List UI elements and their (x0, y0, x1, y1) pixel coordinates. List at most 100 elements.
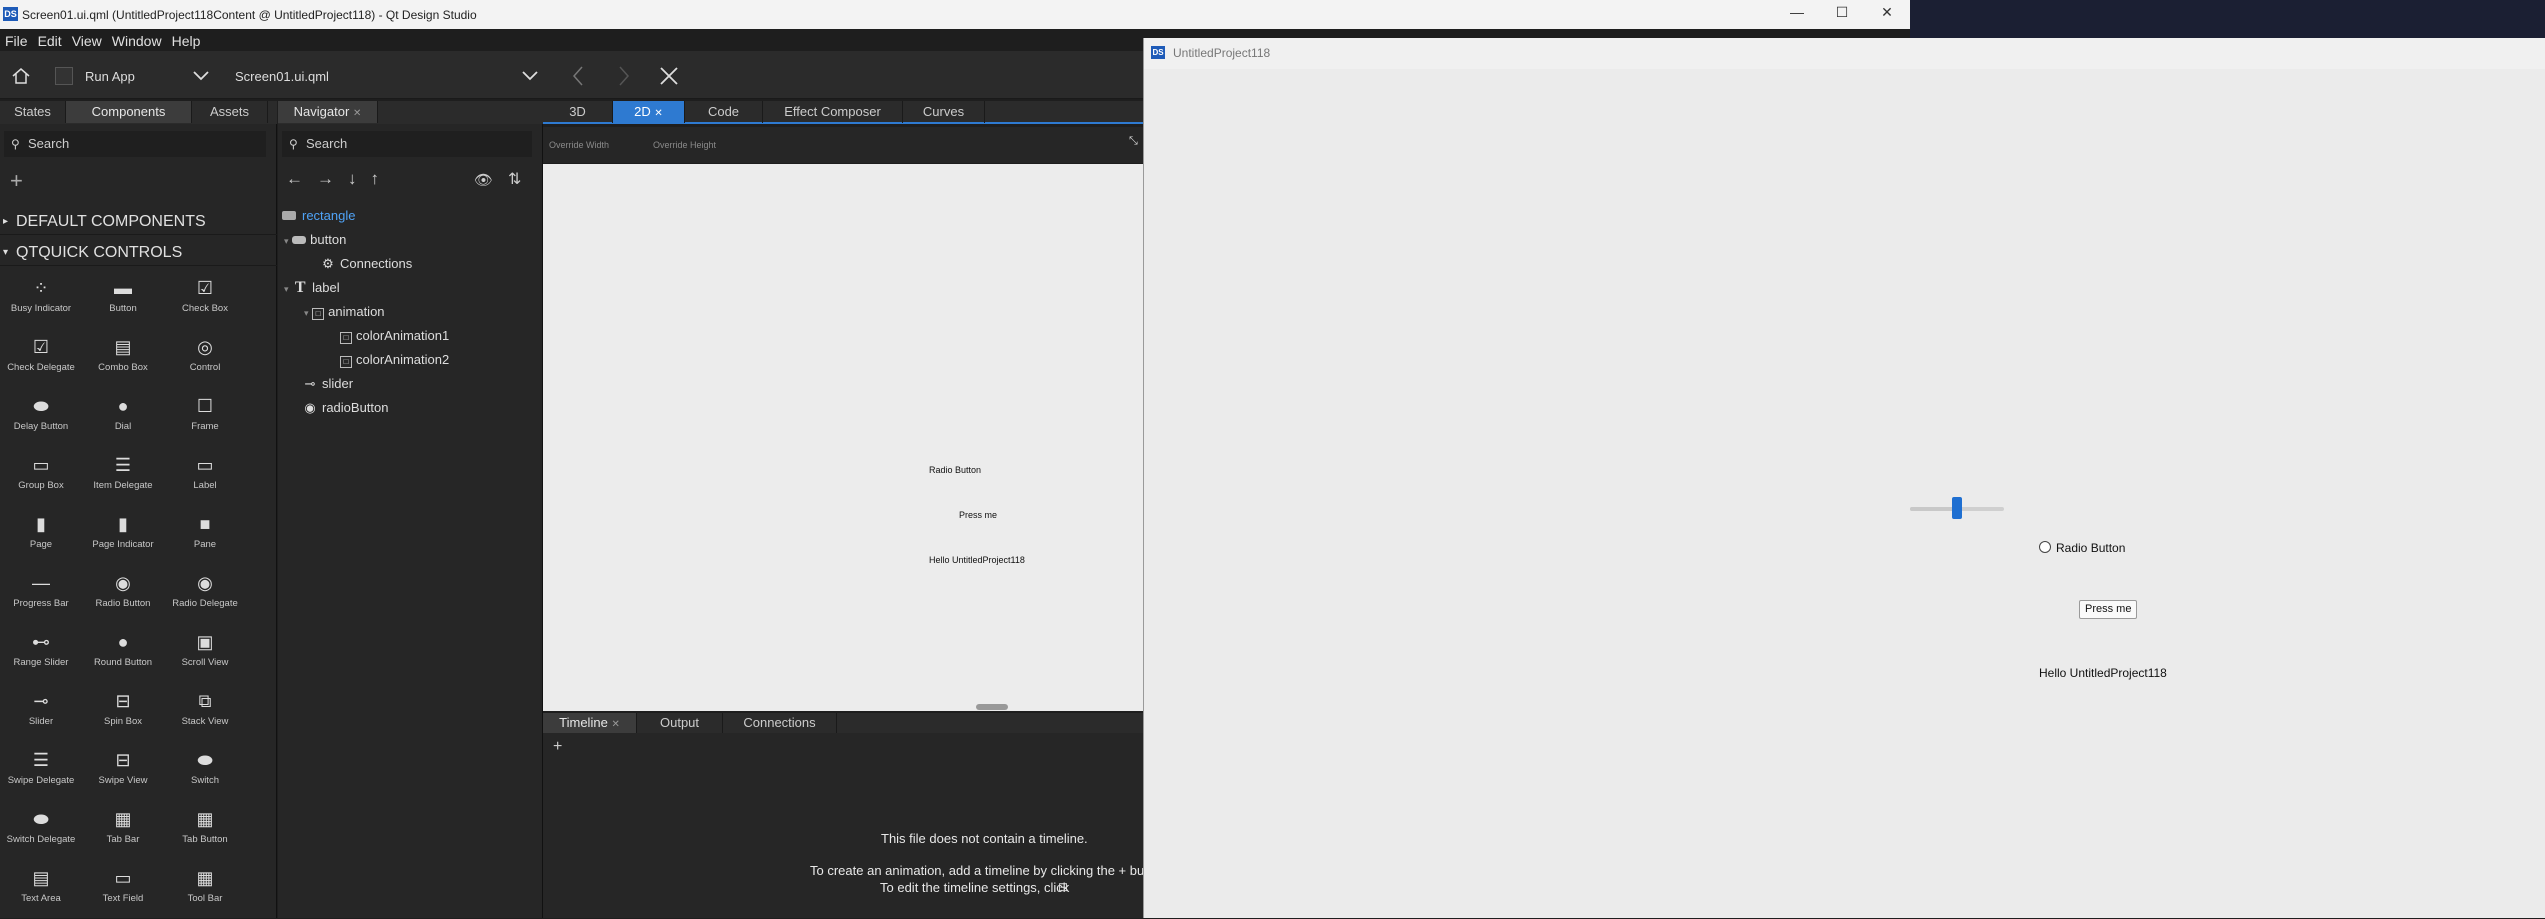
tab-close-icon[interactable]: ✕ (611, 719, 619, 730)
override-height-input[interactable]: Override Height (653, 140, 716, 150)
chevron-down-icon[interactable] (193, 71, 209, 81)
component-tool-bar[interactable]: ▦ Tool Bar (164, 861, 246, 919)
radio-circle-icon[interactable] (2039, 541, 2051, 553)
component-item-delegate[interactable]: ☰ Item Delegate (82, 448, 164, 506)
nav-item-coloranimation2[interactable]: □ colorAnimation2 (340, 349, 449, 371)
component-range-slider[interactable]: ⊷ Range Slider (0, 625, 82, 683)
home-icon[interactable] (12, 68, 30, 84)
component-page[interactable]: ▮ Page (0, 507, 82, 565)
component-text-field[interactable]: ▭ Text Field (82, 861, 164, 919)
component-button[interactable]: ▬ Button (82, 271, 164, 329)
file-dropdown-chevron-icon[interactable] (522, 71, 538, 81)
tab-components[interactable]: Components (66, 101, 192, 123)
canvas-hello-label[interactable]: Hello UntitledProject118 (929, 555, 1025, 565)
menu-edit[interactable]: Edit (33, 29, 67, 49)
component-delay-button[interactable]: ⬬ Delay Button (0, 389, 82, 447)
tab-effect-composer[interactable]: Effect Composer (763, 101, 903, 123)
run-app-icon[interactable] (55, 67, 73, 85)
nav-item-connections[interactable]: ⚙ Connections (320, 253, 412, 275)
section-default-components[interactable]: ▸ DEFAULT COMPONENTS (0, 209, 277, 235)
back-arrow-icon[interactable] (573, 66, 583, 86)
component-progress-bar[interactable]: — Progress Bar (0, 566, 82, 624)
component-pane[interactable]: ■ Pane (164, 507, 246, 565)
maximize-button[interactable]: ☐ (1827, 4, 1857, 21)
move-left-icon[interactable]: ← (286, 169, 317, 188)
tab-assets[interactable]: Assets (192, 101, 268, 123)
fit-view-icon[interactable]: ⤡ (1129, 135, 1138, 148)
tab-navigator[interactable]: Navigator ✕ (278, 101, 378, 123)
timeline-settings-icon[interactable]: ⊟ (1058, 880, 1068, 894)
nav-item-radiobutton[interactable]: ◉ radioButton (302, 397, 388, 419)
component-swipe-delegate[interactable]: ☰ Swipe Delegate (0, 743, 82, 801)
override-width-input[interactable]: Override Width (549, 140, 609, 150)
move-right-icon[interactable]: → (317, 169, 348, 188)
component-radio-button[interactable]: ◉ Radio Button (82, 566, 164, 624)
tab-3d[interactable]: 3D (543, 101, 613, 123)
component-spin-box[interactable]: ⊟ Spin Box (82, 684, 164, 742)
tab-2d[interactable]: 2D ✕ (613, 101, 685, 123)
current-file-selector[interactable]: Screen01.ui.qml (235, 69, 329, 84)
tab-close-icon[interactable]: ✕ (353, 108, 361, 119)
close-button[interactable]: ✕ (1872, 4, 1902, 21)
tab-output[interactable]: Output (637, 713, 723, 733)
slider-handle[interactable] (1952, 497, 1962, 519)
component-label[interactable]: ▭ Label (164, 448, 246, 506)
component-combo-box[interactable]: ▤ Combo Box (82, 330, 164, 388)
menu-help[interactable]: Help (167, 29, 206, 49)
nav-item-animation[interactable]: ▾ □ animation (304, 301, 385, 323)
nav-item-button[interactable]: ▾ button (284, 229, 346, 251)
navigator-search-input[interactable]: ⚲ Search (282, 131, 532, 157)
tab-code[interactable]: Code (685, 101, 763, 123)
component-control[interactable]: ◎ Control (164, 330, 246, 388)
move-up-icon[interactable]: ↑ (371, 169, 394, 188)
component-text-area[interactable]: ▤ Text Area (0, 861, 82, 919)
tab-timeline[interactable]: Timeline ✕ (543, 713, 637, 733)
component-radio-delegate[interactable]: ◉ Radio Delegate (164, 566, 246, 624)
forward-arrow-icon[interactable] (619, 66, 629, 86)
visibility-eye-icon[interactable]: 👁 (474, 171, 493, 189)
move-down-icon[interactable]: ↓ (348, 169, 371, 188)
tab-curves[interactable]: Curves (903, 101, 985, 123)
add-timeline-button[interactable]: + (553, 738, 562, 756)
canvas-radio-button[interactable]: Radio Button (929, 465, 981, 475)
section-qtquick-controls[interactable]: ▾ QTQUICK CONTROLS (0, 240, 277, 266)
nav-item-label[interactable]: ▾ Tlabel (284, 277, 340, 299)
component-swipe-view[interactable]: ⊟ Swipe View (82, 743, 164, 801)
component-slider[interactable]: ⊸ Slider (0, 684, 82, 742)
component-switch-delegate[interactable]: ⬬ Switch Delegate (0, 802, 82, 860)
component-tab-bar[interactable]: ▦ Tab Bar (82, 802, 164, 860)
component-busy-indicator[interactable]: ⁘ Busy Indicator (0, 271, 82, 329)
component-switch[interactable]: ⬬ Switch (164, 743, 246, 801)
tab-states[interactable]: States (0, 101, 66, 123)
canvas-scrollbar[interactable] (976, 704, 1008, 710)
component-round-button[interactable]: ● Round Button (82, 625, 164, 683)
component-frame[interactable]: ☐ Frame (164, 389, 246, 447)
design-canvas[interactable]: Radio Button Press me Hello UntitledProj… (543, 164, 1143, 711)
component-search-input[interactable]: ⚲ Search (4, 131, 266, 157)
component-scroll-view[interactable]: ▣ Scroll View (164, 625, 246, 683)
component-dial[interactable]: ● Dial (82, 389, 164, 447)
app-radio-button[interactable]: Radio Button (2039, 541, 2125, 555)
component-check-box[interactable]: ☑ Check Box (164, 271, 246, 329)
component-group-box[interactable]: ▭ Group Box (0, 448, 82, 506)
tab-close-icon[interactable]: ✕ (654, 108, 662, 119)
nav-item-rectangle[interactable]: rectangle (282, 205, 355, 227)
add-module-icon[interactable]: + (10, 168, 23, 194)
nav-item-slider[interactable]: ⊸ slider (302, 373, 354, 395)
menu-view[interactable]: View (67, 29, 107, 49)
app-press-button[interactable]: Press me (2079, 600, 2138, 619)
canvas-press-button[interactable]: Press me (959, 510, 997, 520)
sort-icon[interactable]: ⇅ (508, 169, 521, 189)
run-app-button[interactable]: Run App (85, 69, 135, 84)
component-stack-view[interactable]: ⧉ Stack View (164, 684, 246, 742)
component-tab-button[interactable]: ▦ Tab Button (164, 802, 246, 860)
menu-file[interactable]: File (0, 29, 33, 49)
component-page-indicator[interactable]: ▮ Page Indicator (82, 507, 164, 565)
menu-window[interactable]: Window (107, 29, 167, 49)
close-document-icon[interactable] (660, 67, 678, 85)
app-slider[interactable] (1910, 497, 2004, 519)
tab-connections[interactable]: Connections (723, 713, 837, 733)
minimize-button[interactable]: — (1782, 4, 1812, 20)
nav-item-coloranimation1[interactable]: □ colorAnimation1 (340, 325, 449, 347)
component-check-delegate[interactable]: ☑ Check Delegate (0, 330, 82, 388)
